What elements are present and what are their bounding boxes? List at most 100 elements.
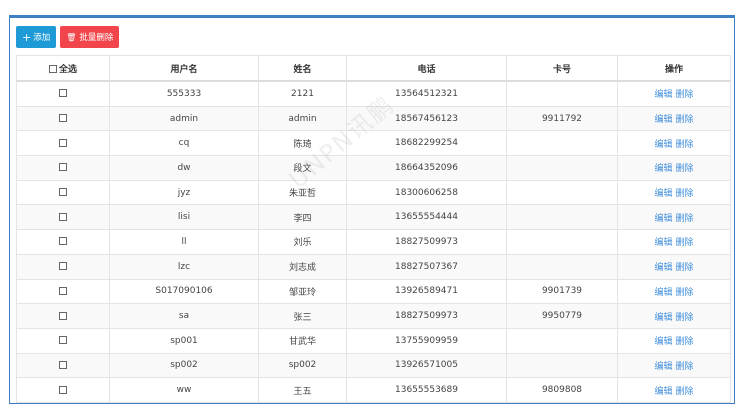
delete-link[interactable]: 删除 — [676, 362, 694, 372]
row-checkbox[interactable] — [59, 138, 67, 147]
row-checkbox[interactable] — [59, 286, 67, 295]
cell-actions: 编辑 删除 — [617, 229, 731, 255]
cell-name: 刘志成 — [258, 253, 347, 280]
row-checkbox[interactable] — [59, 360, 67, 369]
row-select-cell[interactable] — [16, 155, 110, 181]
delete-link[interactable]: 删除 — [676, 189, 694, 199]
cell-actions: 编辑 删除 — [617, 80, 731, 107]
cell-actions: 编辑 删除 — [617, 352, 731, 379]
batch-delete-label: 批量删除 — [79, 33, 114, 43]
select-all-header[interactable]: 全选 — [16, 55, 110, 82]
cell-card-number — [506, 352, 618, 379]
delete-link[interactable]: 删除 — [676, 115, 694, 125]
table-body: 555333 2121 13564512321 编辑 删除 admin admin 18567… — [16, 80, 731, 403]
cell-name: 刘乐 — [258, 229, 347, 255]
cell-phone: 18567456123 — [346, 105, 507, 132]
delete-link[interactable]: 删除 — [676, 288, 694, 298]
delete-link[interactable]: 删除 — [676, 387, 694, 397]
edit-link[interactable]: 编辑 — [654, 337, 672, 347]
select-all-checkbox[interactable] — [48, 65, 57, 73]
cell-name: 段文 — [258, 155, 347, 181]
cell-name: 甘武华 — [258, 327, 347, 354]
cell-username: lzc — [109, 253, 259, 280]
header-phone: 电话 — [346, 55, 507, 82]
row-checkbox[interactable] — [59, 163, 67, 172]
table-row: 555333 2121 13564512321 编辑 删除 — [16, 80, 731, 107]
cell-name: 张三 — [258, 303, 347, 329]
table-row: jyz 朱亚哲 18300606258 编辑 删除 — [16, 179, 731, 206]
cell-username: ll — [109, 229, 259, 255]
cell-username: cq — [109, 130, 259, 157]
row-checkbox[interactable] — [59, 89, 67, 98]
row-select-cell[interactable] — [16, 130, 110, 157]
edit-link[interactable]: 编辑 — [654, 189, 672, 199]
row-select-cell[interactable] — [16, 80, 110, 107]
table-row: cq 陈琦 18682299254 编辑 删除 — [16, 130, 731, 157]
row-select-cell[interactable] — [16, 303, 110, 329]
user-list-panel: + 添加 🗑 批量删除 全选 用户名 姓名 电话 卡号 操作 555333 212… — [9, 15, 735, 404]
cell-card-number — [506, 253, 618, 280]
row-checkbox[interactable] — [59, 114, 67, 123]
edit-link[interactable]: 编辑 — [654, 164, 672, 174]
cell-actions: 编辑 删除 — [617, 278, 731, 305]
add-button[interactable]: + 添加 — [16, 26, 57, 48]
delete-link[interactable]: 删除 — [676, 238, 694, 248]
delete-link[interactable]: 删除 — [676, 337, 694, 347]
delete-link[interactable]: 删除 — [676, 90, 694, 100]
cell-phone: 18682299254 — [346, 130, 507, 157]
table-row: lzc 刘志成 18827507367 编辑 删除 — [16, 253, 731, 280]
table-row: sp001 甘武华 13755909959 编辑 删除 — [16, 327, 731, 354]
row-checkbox[interactable] — [59, 237, 67, 246]
cell-phone: 18827509973 — [346, 303, 507, 329]
cell-phone: 18664352096 — [346, 155, 507, 181]
cell-username: admin — [109, 105, 259, 132]
delete-link[interactable]: 删除 — [676, 263, 694, 273]
header-username: 用户名 — [109, 55, 259, 82]
row-checkbox[interactable] — [59, 262, 67, 271]
edit-link[interactable]: 编辑 — [654, 140, 672, 150]
row-checkbox[interactable] — [59, 212, 67, 221]
cell-username: sp001 — [109, 327, 259, 354]
row-select-cell[interactable] — [16, 253, 110, 280]
table-row: S017090106 邹亚玲 13926589471 9901739 编辑 删除 — [16, 278, 731, 305]
cell-card-number — [506, 155, 618, 181]
delete-link[interactable]: 删除 — [676, 140, 694, 150]
edit-link[interactable]: 编辑 — [654, 263, 672, 273]
row-select-cell[interactable] — [16, 327, 110, 354]
row-select-cell[interactable] — [16, 179, 110, 206]
edit-link[interactable]: 编辑 — [654, 238, 672, 248]
cell-username: dw — [109, 155, 259, 181]
plus-icon: + — [22, 30, 32, 44]
row-select-cell[interactable] — [16, 204, 110, 231]
row-checkbox[interactable] — [59, 385, 67, 394]
row-select-cell[interactable] — [16, 229, 110, 255]
row-select-cell[interactable] — [16, 105, 110, 132]
edit-link[interactable]: 编辑 — [654, 387, 672, 397]
edit-link[interactable]: 编辑 — [654, 313, 672, 323]
cell-card-number — [506, 229, 618, 255]
edit-link[interactable]: 编辑 — [654, 362, 672, 372]
row-checkbox[interactable] — [59, 336, 67, 345]
cell-card-number — [506, 179, 618, 206]
cell-phone: 13564512321 — [346, 80, 507, 107]
row-select-cell[interactable] — [16, 352, 110, 379]
cell-actions: 编辑 删除 — [617, 204, 731, 231]
row-select-cell[interactable] — [16, 377, 110, 403]
batch-delete-button[interactable]: 🗑 批量删除 — [60, 26, 120, 48]
edit-link[interactable]: 编辑 — [654, 90, 672, 100]
delete-link[interactable]: 删除 — [676, 164, 694, 174]
delete-link[interactable]: 删除 — [676, 313, 694, 323]
edit-link[interactable]: 编辑 — [654, 288, 672, 298]
select-all-label: 全选 — [58, 64, 77, 75]
cell-username: sp002 — [109, 352, 259, 379]
delete-link[interactable]: 删除 — [676, 214, 694, 224]
edit-link[interactable]: 编辑 — [654, 115, 672, 125]
edit-link[interactable]: 编辑 — [654, 214, 672, 224]
row-checkbox[interactable] — [59, 311, 67, 320]
row-checkbox[interactable] — [59, 188, 67, 197]
cell-actions: 编辑 删除 — [617, 327, 731, 354]
cell-actions: 编辑 删除 — [617, 130, 731, 157]
cell-username: sa — [109, 303, 259, 329]
header-name: 姓名 — [258, 55, 347, 82]
row-select-cell[interactable] — [16, 278, 110, 305]
